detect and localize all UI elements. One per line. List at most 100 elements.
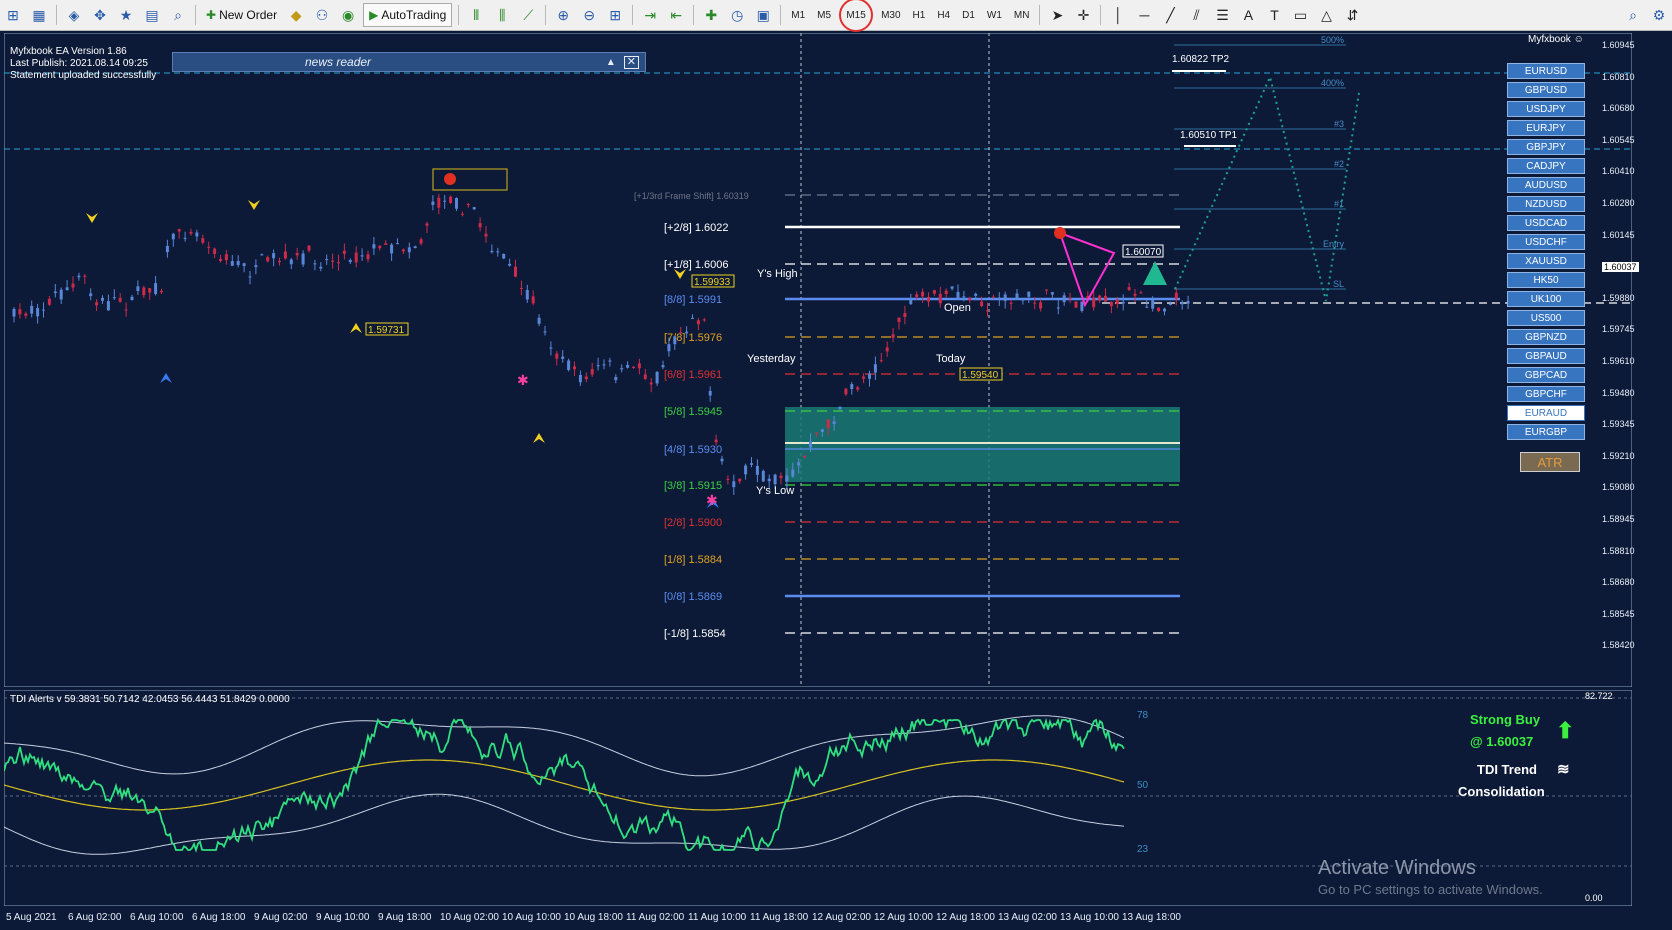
market-icon[interactable]: ◉ — [337, 4, 359, 26]
yesterday-label: Yesterday — [747, 353, 796, 365]
symbol-button-usdjpy[interactable]: USDJPY — [1507, 101, 1585, 117]
market-watch-icon[interactable]: ◈ — [63, 4, 85, 26]
indicators-icon[interactable]: ✚ — [700, 4, 722, 26]
candle-body — [1003, 294, 1007, 301]
vertical-line-icon[interactable]: │ — [1107, 4, 1129, 26]
candle-body — [101, 297, 104, 301]
timeframe-m5[interactable]: M5 — [813, 4, 835, 26]
bar-chart-icon[interactable]: ⫴ — [465, 4, 487, 26]
terminal-icon[interactable]: ▤ — [141, 4, 163, 26]
templates-icon[interactable]: ▣ — [752, 4, 774, 26]
timeframe-d1[interactable]: D1 — [958, 4, 979, 26]
candle-body — [1021, 299, 1025, 301]
text-label-icon[interactable]: T — [1263, 4, 1285, 26]
profiles-icon[interactable]: ▦ — [28, 4, 50, 26]
new-order-button[interactable]: ✚ New Order — [202, 4, 281, 26]
news-reader-bar[interactable]: news reader ▲ ✕ — [172, 52, 646, 72]
crosshair-tool-icon[interactable]: ✛ — [1072, 4, 1094, 26]
cursor-icon[interactable]: ➤ — [1046, 4, 1068, 26]
symbol-button-nzdusd[interactable]: NZDUSD — [1507, 196, 1585, 212]
metaeditor-icon[interactable]: ◆ — [285, 4, 307, 26]
symbol-button-us500[interactable]: US500 — [1507, 310, 1585, 326]
navigator-icon[interactable]: ★ — [115, 4, 137, 26]
candle-body — [431, 201, 435, 205]
candle-body — [384, 243, 388, 245]
symbol-button-gbpcad[interactable]: GBPCAD — [1507, 367, 1585, 383]
channel-icon[interactable]: ⫽ — [1185, 4, 1207, 26]
current-price-label: 1.60037 — [1602, 262, 1639, 272]
candle-body — [1115, 299, 1119, 304]
candle-body — [879, 360, 883, 362]
symbol-button-eurusd[interactable]: EURUSD — [1507, 63, 1585, 79]
symbol-button-audusd[interactable]: AUDUSD — [1507, 177, 1585, 193]
fib-label: 500% — [1321, 35, 1344, 45]
trendline-icon[interactable]: ╱ — [1159, 4, 1181, 26]
auto-scroll-icon[interactable]: ⇥ — [639, 4, 661, 26]
fib-label: #3 — [1334, 119, 1344, 129]
candle-body — [348, 260, 352, 263]
symbol-button-hk50[interactable]: HK50 — [1507, 272, 1585, 288]
crosshair-icon[interactable]: ✥ — [89, 4, 111, 26]
zoom-out-icon[interactable]: ⊖ — [578, 4, 600, 26]
candle-body — [832, 421, 836, 425]
line-chart-icon[interactable]: ⟋ — [517, 4, 539, 26]
symbol-button-xauusd[interactable]: XAUUSD — [1507, 253, 1585, 269]
candle-body — [632, 366, 635, 368]
candle-body — [36, 308, 40, 317]
symbol-button-cadjpy[interactable]: CADJPY — [1507, 158, 1585, 174]
candle-body — [555, 353, 559, 359]
chart-shift-icon[interactable]: ⇤ — [665, 4, 687, 26]
symbol-button-gbpaud[interactable]: GBPAUD — [1507, 348, 1585, 364]
periods-icon[interactable]: ◷ — [726, 4, 748, 26]
tester-icon[interactable]: ⌕ — [167, 4, 189, 26]
timeframe-h4[interactable]: H4 — [933, 4, 954, 26]
main-chart[interactable]: [+1/3rd Frame Shift] 1.60319 [+2/8] 1.602… — [4, 33, 1632, 687]
autotrading-button[interactable]: ▶ AutoTrading — [363, 3, 453, 27]
timeframe-w1[interactable]: W1 — [983, 4, 1006, 26]
symbol-button-usdchf[interactable]: USDCHF — [1507, 234, 1585, 250]
timeframe-h1[interactable]: H1 — [909, 4, 930, 26]
candle-body — [401, 249, 405, 252]
triangle-icon[interactable]: △ — [1315, 4, 1337, 26]
symbol-button-eurgbp[interactable]: EURGBP — [1507, 424, 1585, 440]
symbol-button-usdcad[interactable]: USDCAD — [1507, 215, 1585, 231]
candle-body — [83, 275, 87, 277]
timeframe-mn[interactable]: MN — [1010, 4, 1034, 26]
ys-high-label: Y's High — [757, 268, 798, 280]
symbol-button-gbpjpy[interactable]: GBPJPY — [1507, 139, 1585, 155]
time-axis: 5 Aug 2021 6 Aug 02:00 6 Aug 10:00 6 Aug 18… — [4, 906, 1632, 930]
zoom-in-icon[interactable]: ⊕ — [552, 4, 574, 26]
symbol-button-uk100[interactable]: UK100 — [1507, 291, 1585, 307]
candle-chart-icon[interactable]: ⫼ — [491, 4, 513, 26]
symbol-button-gbpusd[interactable]: GBPUSD — [1507, 82, 1585, 98]
candle-body — [47, 298, 51, 305]
tile-windows-icon[interactable]: ⊞ — [604, 4, 626, 26]
candle-body — [720, 458, 724, 462]
search-icon[interactable]: ⌕ — [1622, 4, 1644, 26]
close-icon[interactable]: ✕ — [623, 55, 639, 69]
horizontal-line-icon[interactable]: ─ — [1133, 4, 1155, 26]
time-tick: 12 Aug 10:00 — [874, 912, 933, 923]
timeframe-m30[interactable]: M30 — [877, 4, 904, 26]
timeframe-m1[interactable]: M1 — [787, 4, 809, 26]
symbol-button-eurjpy[interactable]: EURJPY — [1507, 120, 1585, 136]
toolbar-separator — [1100, 5, 1102, 25]
text-icon[interactable]: A — [1237, 4, 1259, 26]
settings-icon[interactable]: ⚙ — [1648, 4, 1670, 26]
symbol-button-euraud[interactable]: EURAUD — [1507, 405, 1585, 421]
fibonacci-icon[interactable]: ☰ — [1211, 4, 1233, 26]
arrows-icon[interactable]: ⇵ — [1341, 4, 1363, 26]
symbol-button-gbpnzd[interactable]: GBPNZD — [1507, 329, 1585, 345]
candle-body — [1033, 302, 1037, 304]
signals-icon[interactable]: ⚇ — [311, 4, 333, 26]
sell-signal-dot — [444, 173, 456, 185]
timeframe-m15[interactable]: M15 — [839, 0, 874, 32]
price-tag-4: 1.60070 — [1125, 247, 1162, 258]
collapse-icon[interactable]: ▲ — [606, 57, 616, 68]
candle-body — [1056, 307, 1060, 309]
rectangle-icon[interactable]: ▭ — [1289, 4, 1311, 26]
symbol-button-gbpchf[interactable]: GBPCHF — [1507, 386, 1585, 402]
new-chart-icon[interactable]: ⊞ — [2, 4, 24, 26]
atr-button[interactable]: ATR — [1520, 452, 1580, 472]
price-tick: 1.60410 — [1602, 166, 1635, 177]
